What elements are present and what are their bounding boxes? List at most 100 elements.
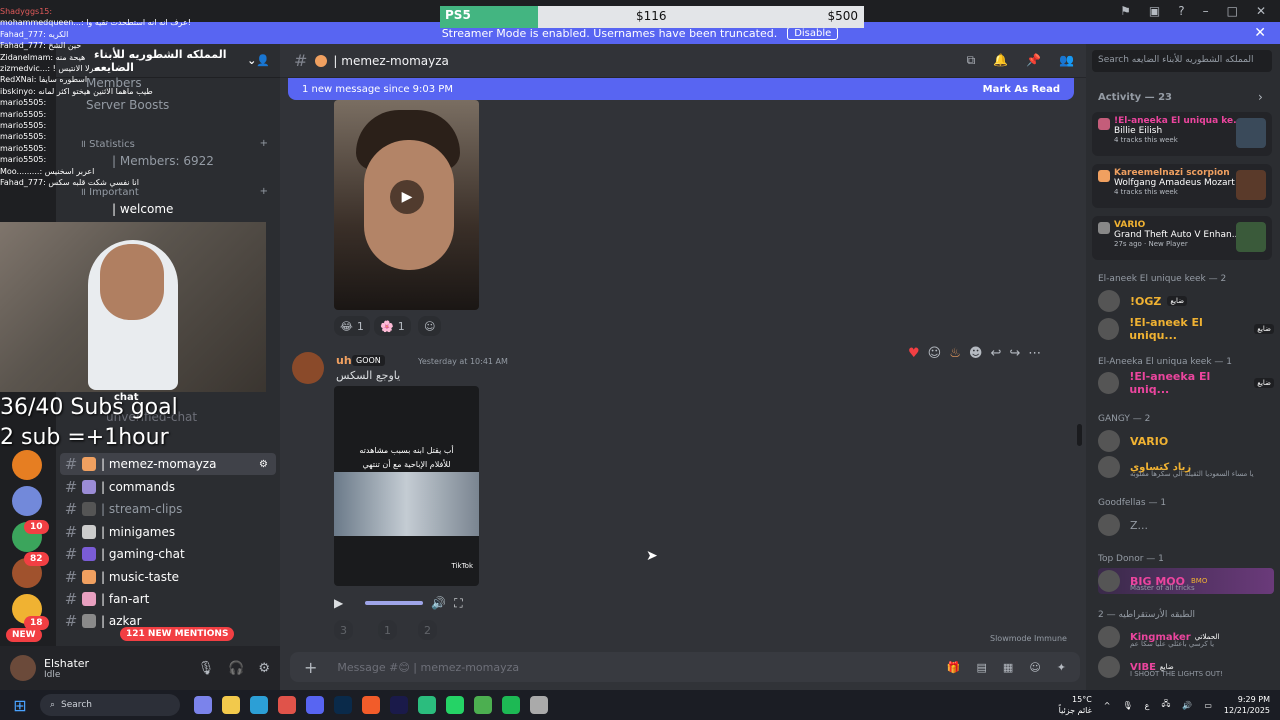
weather[interactable]: 15°C غائم جزئياً [1059,694,1092,716]
settings-icon[interactable]: ⚙ [259,459,268,470]
whatsapp-icon[interactable] [446,696,464,714]
channel-minigames[interactable]: # | minigames [60,521,284,543]
chrome-icon[interactable] [278,696,296,714]
more-icon[interactable]: ⋯ [1028,346,1041,361]
windows-start-icon[interactable]: ⊞ [0,696,40,715]
close-window-icon[interactable]: ✕ [1256,4,1266,18]
member-row[interactable]: BIG MOO BMO Master of all tricks [1098,568,1274,594]
inbox-icon[interactable]: ⚑ [1120,4,1131,18]
volume-slider[interactable] [365,601,424,605]
add-reaction-button[interactable]: ☺ [418,316,442,336]
teams-icon[interactable] [194,696,212,714]
help-icon[interactable]: ? [1178,4,1184,18]
reaction[interactable]: 🌸 1 [374,316,411,336]
member-row[interactable]: Z... [1098,512,1274,538]
heart-icon[interactable]: ♥ [908,346,920,361]
activity-card[interactable]: !El-aneeka El uniqua ke... Billie Eilish… [1092,112,1272,156]
laugh-icon[interactable]: ☺ [928,346,942,361]
emoji-icon[interactable]: ☺ [1029,661,1040,674]
volume-icon[interactable]: 🔊 [1182,701,1192,710]
add-reaction-icon[interactable]: ☻ [969,346,983,361]
apps-icon[interactable]: ✦ [1057,661,1066,674]
message-composer[interactable]: + Message #😊 | memez-momayza 🎁 ▤ ▦ ☺ ✦ [290,652,1080,682]
mentions-badge[interactable]: 121 NEW MENTIONS [120,627,235,641]
member-row[interactable]: !OGZ ضايع [1098,288,1274,314]
members-icon[interactable]: 👥 [1059,53,1074,68]
mark-as-read-button[interactable]: Mark As Read [983,84,1060,95]
screen-icon[interactable]: ▣ [1149,4,1160,18]
headphones-icon[interactable]: 🎧 [228,661,244,676]
member-row[interactable]: VARIO [1098,428,1274,454]
maximize-icon[interactable]: □ [1227,4,1238,18]
play-icon[interactable]: ▶ [390,180,424,214]
activity-card[interactable]: Kareemelnazi scorpion Wolfgang Amadeus M… [1092,164,1272,208]
message-input[interactable]: Message #😊 | memez-momayza [337,661,519,674]
gif-icon[interactable]: ▤ [977,661,987,674]
pin-icon[interactable]: 📌 [1026,53,1041,68]
threads-icon[interactable]: ⧉ [967,53,976,68]
channel-fan-art[interactable]: # | fan-art [60,588,284,610]
avatar[interactable] [10,655,36,681]
network-icon[interactable]: 🖧 [1161,698,1170,712]
reaction[interactable]: 2 [418,620,437,640]
member-row[interactable]: Kingmaker الحملاتي يا كرسي باعثلي عليا سكا… [1098,624,1274,650]
microphone-icon[interactable]: 🎙 [198,661,215,676]
fire-icon[interactable]: ♨ [949,346,961,361]
member-row[interactable]: !El-aneek El uniqu... ضايع [1098,316,1274,342]
avatar[interactable] [292,352,324,384]
message-author[interactable]: uh [336,354,352,367]
video-attachment[interactable]: ▶ [334,100,479,310]
activity-card[interactable]: VARIO Grand Theft Auto V Enhan... 27s ag… [1092,216,1272,260]
brave-icon[interactable] [362,696,380,714]
app-icon[interactable] [418,696,436,714]
chevron-right-icon[interactable]: › [1258,90,1263,104]
minimize-icon[interactable]: – [1203,4,1209,18]
forward-icon[interactable]: ↪ [1009,346,1020,361]
reaction[interactable]: 😂 1 [334,316,370,336]
member-row[interactable]: VIBE ضايع I SHOOT THE LIGHTS OUT! [1098,654,1274,680]
language-indicator[interactable]: ع [1145,701,1150,710]
disable-button[interactable]: Disable [787,26,839,40]
spotify-icon[interactable] [502,696,520,714]
bell-icon[interactable]: 🔔 [993,53,1008,68]
new-messages-bar[interactable]: 1 new message since 9:03 PM Mark As Read [288,78,1074,100]
channel-commands[interactable]: # | commands [60,476,284,498]
microphone-icon[interactable]: 🎙 [1123,701,1133,710]
file-explorer-icon[interactable] [222,696,240,714]
settings-icon[interactable] [530,696,548,714]
play-icon[interactable]: ▶ [334,596,343,610]
reaction[interactable]: 1 [378,620,397,640]
scrollbar-thumb[interactable] [1077,424,1082,446]
battery-icon[interactable]: ▭ [1204,701,1212,710]
channel-memez-momayza[interactable]: # | memez-momayza ⚙ [60,453,276,475]
channel-music-taste[interactable]: # | music-taste [60,566,284,588]
search-input[interactable]: Search المملكه الشطوريه للأبناء الضايعه [1092,50,1272,72]
video-attachment[interactable]: أب يقتل ابنه بسبب مشاهدته للأفلام الإباح… [334,386,479,586]
photoshop-icon[interactable] [334,696,352,714]
gear-icon[interactable]: ⚙ [258,661,270,676]
fullscreen-icon[interactable]: ⛶ [454,596,462,611]
chevron-up-icon[interactable]: ^ [1104,701,1111,710]
discord-icon[interactable] [306,696,324,714]
channel-gaming-chat[interactable]: # | gaming-chat [60,543,284,565]
volume-icon[interactable]: 🔊 [431,596,446,610]
premiere-icon[interactable] [390,696,408,714]
server-icon[interactable] [12,486,42,516]
member-row[interactable]: !El-aneeka El uniq... ضايع [1098,370,1274,396]
member-row[interactable]: زياد كتساوي يا مساء السعوديا الثقيله الي … [1098,454,1274,480]
server-icon[interactable] [12,450,42,480]
new-badge[interactable]: NEW [6,628,42,642]
channel-stream-clips[interactable]: # | stream-clips [60,498,284,520]
sticker-icon[interactable]: ▦ [1003,661,1013,674]
gift-icon[interactable]: 🎁 [947,661,961,674]
avatar [1098,456,1120,478]
edge-icon[interactable] [250,696,268,714]
reaction[interactable]: 3 [334,620,353,640]
minecraft-icon[interactable] [474,696,492,714]
taskbar-search[interactable]: ⌕ Search [40,694,180,716]
close-banner-icon[interactable]: ✕ [1254,25,1266,41]
reply-icon[interactable]: ↩ [990,346,1001,361]
clock[interactable]: 9:29 PM 12/21/2025 [1224,694,1270,716]
plus-icon[interactable]: + [304,658,317,677]
avatar [1098,514,1120,536]
